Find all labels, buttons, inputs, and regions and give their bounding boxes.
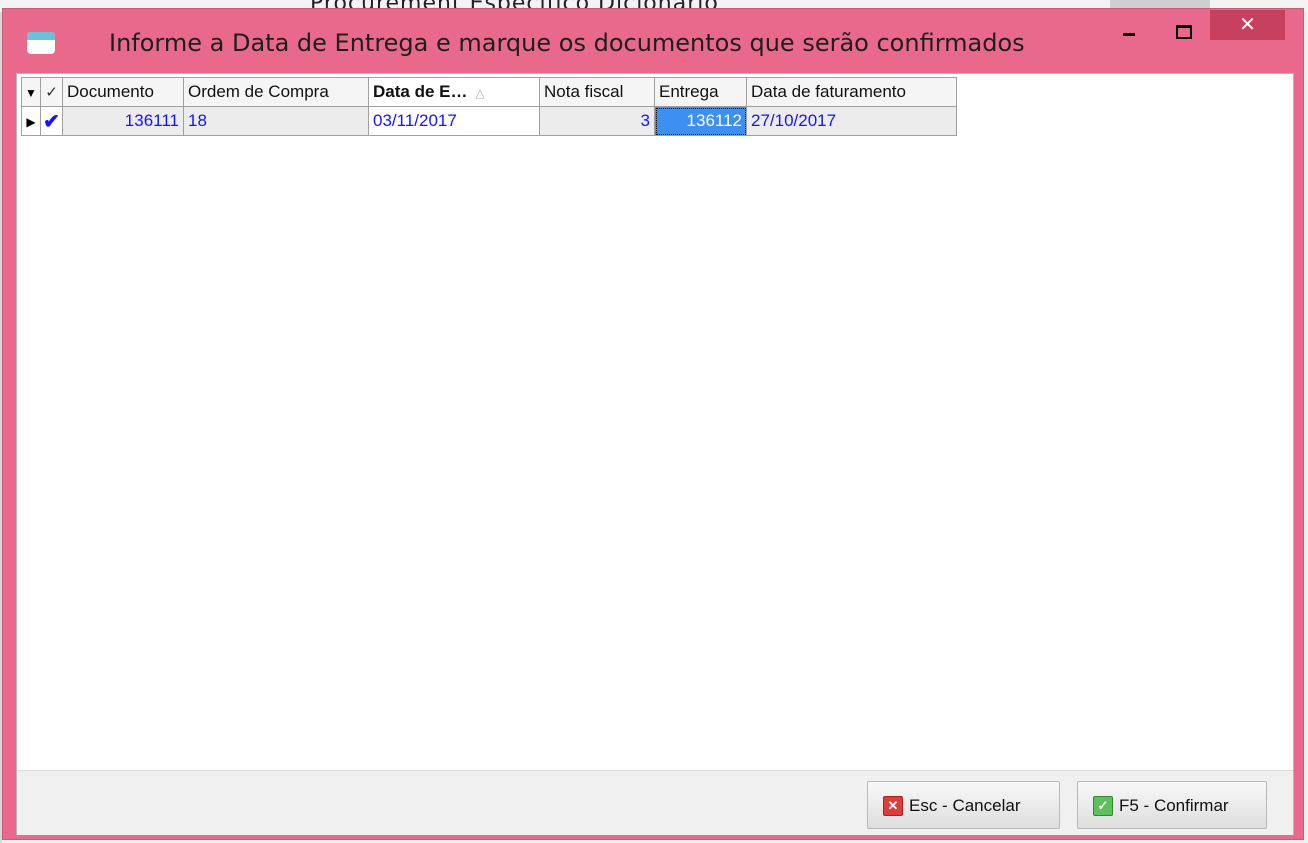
dialog-client-area: ▼ ✓ Documento Ordem de Compra Data de E…… (16, 73, 1294, 835)
column-header-entrega[interactable]: Entrega (654, 77, 747, 107)
app-icon (27, 32, 55, 54)
column-header-data-entrega[interactable]: Data de E… △ (368, 77, 540, 107)
column-header-nota-fiscal[interactable]: Nota fiscal (539, 77, 655, 107)
table-row[interactable]: ▶ ✔ 136111 18 03/11/2017 3 136112 27/10/… (21, 106, 957, 136)
row-checkbox[interactable]: ✔ (40, 106, 63, 136)
cell-documento: 136111 (62, 106, 184, 136)
column-header-ordem-compra[interactable]: Ordem de Compra (183, 77, 369, 107)
column-header-data-entrega-label: Data de E… (373, 82, 468, 101)
check-column-header[interactable]: ✓ (40, 77, 63, 107)
close-button[interactable]: ✕ (1210, 10, 1285, 40)
cancel-button[interactable]: ✕ Esc - Cancelar (867, 781, 1060, 829)
column-header-data-faturamento[interactable]: Data de faturamento (746, 77, 957, 107)
grid-header-row: ▼ ✓ Documento Ordem de Compra Data de E…… (21, 77, 957, 107)
check-icon: ✓ (1093, 796, 1113, 816)
cell-nota-fiscal: 3 (539, 106, 655, 136)
current-row-arrow-icon: ▶ (26, 115, 36, 129)
check-all-icon: ✓ (45, 84, 58, 101)
window-title: Informe a Data de Entrega e marque os do… (109, 29, 1025, 57)
column-header-documento[interactable]: Documento (62, 77, 184, 107)
checkmark-icon: ✔ (43, 110, 60, 133)
x-icon: ✕ (883, 796, 903, 816)
filter-dropdown-icon: ▼ (25, 86, 37, 100)
dialog-window: Informe a Data de Entrega e marque os do… (2, 8, 1304, 840)
confirm-button-label: F5 - Confirmar (1119, 796, 1229, 815)
cell-data-entrega[interactable]: 03/11/2017 (368, 106, 540, 136)
cell-entrega[interactable]: 136112 (654, 106, 747, 136)
filter-column-header[interactable]: ▼ (21, 77, 41, 107)
cell-ordem-compra: 18 (183, 106, 369, 136)
documents-grid: ▼ ✓ Documento Ordem de Compra Data de E…… (21, 77, 957, 136)
button-panel: ✕ Esc - Cancelar ✓ F5 - Confirmar (17, 770, 1293, 835)
cancel-button-label: Esc - Cancelar (909, 796, 1021, 815)
maximize-icon (1176, 25, 1192, 39)
cell-data-faturamento: 27/10/2017 (746, 106, 957, 136)
confirm-button[interactable]: ✓ F5 - Confirmar (1077, 781, 1267, 829)
minimize-button[interactable] (1111, 15, 1151, 49)
close-icon: ✕ (1239, 12, 1256, 36)
row-indicator: ▶ (21, 106, 41, 136)
sort-ascending-icon: △ (475, 86, 485, 100)
title-bar[interactable]: Informe a Data de Entrega e marque os do… (3, 9, 1303, 73)
minimize-icon (1123, 33, 1135, 36)
maximize-button[interactable] (1163, 15, 1203, 49)
